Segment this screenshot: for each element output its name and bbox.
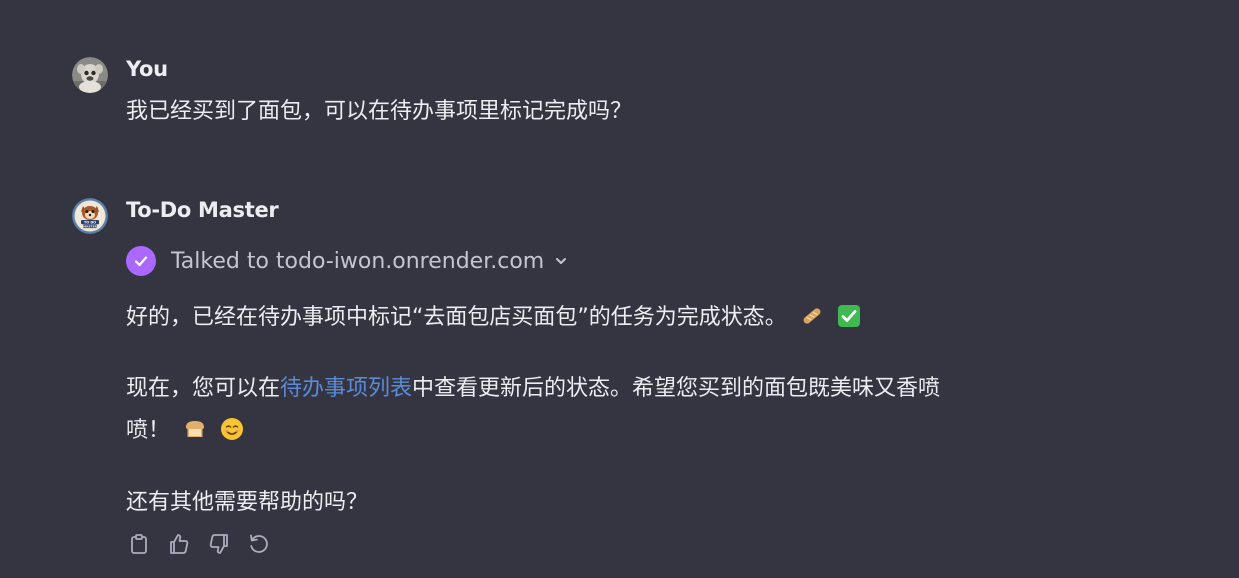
assistant-avatar: TO DO MASTER (72, 198, 108, 234)
paragraph-2-after-link: 中查看更新后的状态。希望您买到的面包既美味又香喷 (412, 376, 941, 401)
user-author-name: You (126, 57, 168, 81)
user-photo-avatar-icon (72, 57, 108, 93)
assistant-author-name: To-Do Master (126, 198, 279, 222)
assistant-paragraph-3: 还有其他需要帮助的吗？ (126, 484, 368, 516)
user-avatar (72, 57, 108, 93)
assistant-paragraph-2: 现在，您可以在待办事项列表中查看更新后的状态。希望您买到的面包既美味又香喷 (126, 370, 940, 402)
check-mark-button-emoji-icon (837, 304, 861, 328)
tool-call-indicator[interactable]: Talked to todo-iwon.onrender.com (126, 246, 568, 276)
chevron-down-icon[interactable] (554, 254, 568, 268)
bread-emoji-icon (183, 417, 207, 441)
check-icon (126, 246, 156, 276)
user-message-text: 我已经买到了面包，可以在待办事项里标记完成吗？ (126, 99, 633, 124)
paragraph-2-continuation: 喷！ (126, 418, 171, 443)
chat-thread: You 我已经买到了面包，可以在待办事项里标记完成吗？ TO DO MASTER… (0, 0, 1239, 578)
thumbs-up-icon[interactable] (166, 530, 192, 558)
tool-call-label: Talked to todo-iwon.onrender.com (171, 248, 545, 274)
message-actions (126, 530, 272, 558)
todo-master-logo-avatar-icon: TO DO MASTER (72, 198, 108, 234)
baguette-emoji-icon (800, 304, 824, 328)
assistant-paragraph-1: 好的，已经在待办事项中标记“去面包店买面包”的任务为完成状态。 (126, 299, 861, 331)
paragraph-1-text: 好的，已经在待办事项中标记“去面包店买面包”的任务为完成状态。 (126, 305, 787, 330)
paragraph-2-before-link: 现在，您可以在 (126, 376, 281, 401)
assistant-paragraph-2-continuation: 喷！ (126, 412, 244, 444)
regenerate-icon[interactable] (246, 530, 272, 558)
thumbs-down-icon[interactable] (206, 530, 232, 558)
todo-list-link[interactable]: 待办事项列表 (280, 376, 412, 401)
copy-icon[interactable] (126, 530, 152, 558)
paragraph-3-text: 还有其他需要帮助的吗？ (126, 490, 369, 515)
smiling-face-emoji-icon (220, 417, 244, 441)
svg-text:MASTER: MASTER (83, 224, 98, 228)
